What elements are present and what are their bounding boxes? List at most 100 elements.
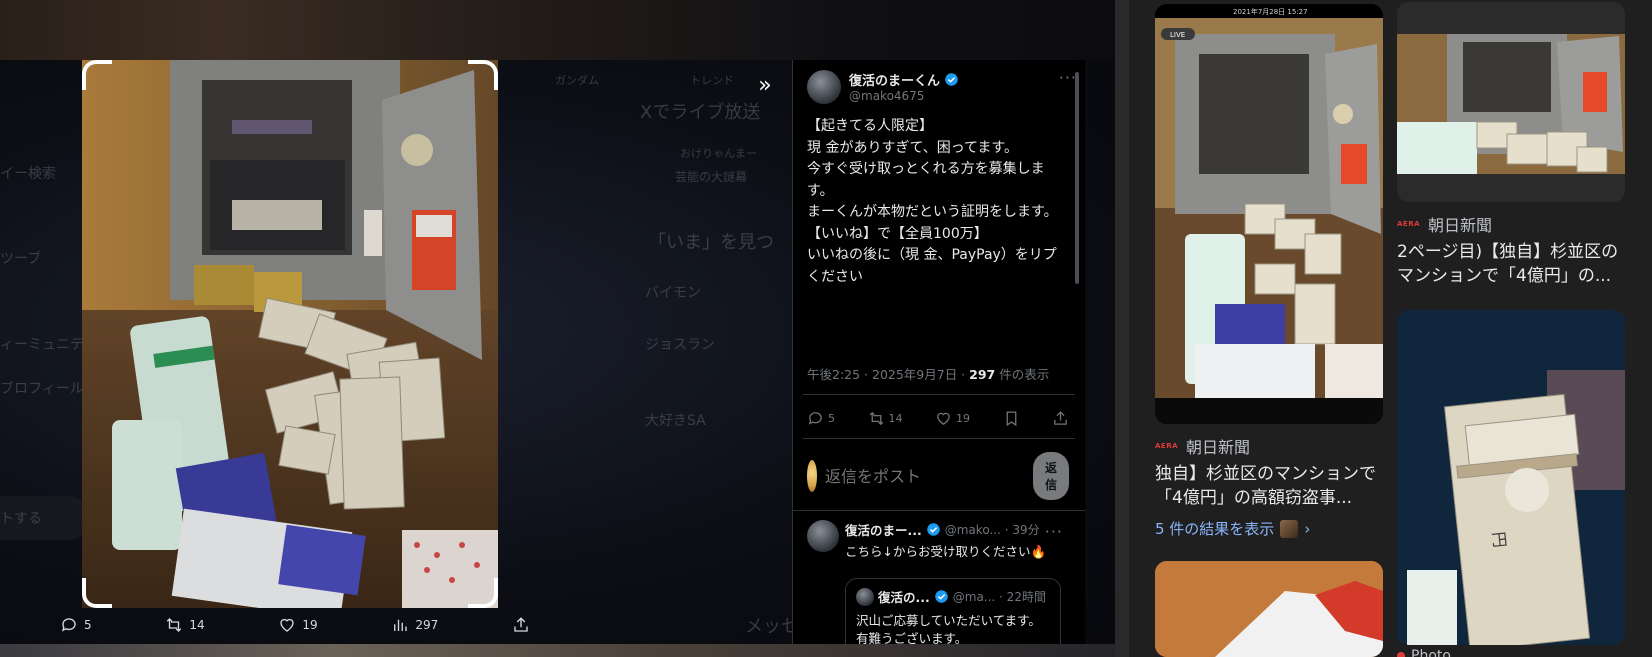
tweet-line: 【起きてる人限定】 (807, 118, 933, 134)
bookmark-button[interactable] (1003, 410, 1020, 427)
crop-corner (468, 60, 498, 90)
screen: Xでライブ放送 「いま」を見つ バイモン ジョスラン 大好きSA メッセ ガンダ… (0, 0, 1652, 657)
reply-button[interactable]: 5 (807, 410, 835, 427)
background-text: イー検索 (0, 166, 56, 182)
background-text: メッセ (745, 616, 799, 637)
repost-icon (869, 411, 883, 426)
reply-count: 5 (84, 618, 92, 632)
tweet-author[interactable]: 復活のまーくん @mako4675 (807, 70, 959, 104)
result-image (1397, 2, 1625, 202)
media-image[interactable] (82, 60, 498, 608)
more-results-link[interactable]: 5 件の結果を表示 › (1155, 518, 1310, 539)
view-count: 297 (415, 618, 439, 632)
more-results-label: 5 件の結果を表示 (1155, 520, 1275, 538)
timestamp[interactable]: 午後2:25 · 2025年9月7日 · (807, 367, 969, 382)
tweet-line: 【いいね】で【全員100万】 (807, 225, 988, 242)
repost-icon (167, 618, 182, 632)
verified-badge-icon (927, 523, 940, 536)
result-image: 円 (1397, 310, 1625, 645)
reply-composer: 返信 (807, 452, 1069, 500)
tweet-detail-panel: 復活のまーくん @mako4675 ··· 【起きてる人限定】 現 金がありすぎ… (792, 60, 1085, 657)
like-button[interactable]: 19 (935, 410, 970, 427)
background-banner (0, 644, 1115, 657)
like-button[interactable]: 19 (278, 616, 318, 634)
result-title[interactable]: 2ページ目)【独自】杉並区のマンションで「4億円」の... (1397, 240, 1627, 288)
background-text: 大好きSA (645, 413, 706, 429)
aera-logo-icon: AERA (1155, 442, 1179, 450)
avatar[interactable] (807, 520, 839, 552)
media-action-bar: 5 14 19 297 (60, 612, 530, 638)
result-thumbnail[interactable] (1155, 561, 1383, 657)
share-button[interactable] (512, 616, 530, 634)
author-name[interactable]: 復活のまーくん (849, 70, 940, 89)
result-thumbnail[interactable]: 円 (1397, 310, 1625, 645)
reply-count: 5 (828, 412, 835, 425)
result-thumbnail[interactable] (1397, 2, 1625, 202)
views-label: 件の表示 (995, 367, 1050, 382)
share-button[interactable] (1052, 410, 1069, 427)
background-text: トレンド (690, 74, 734, 87)
reply-icon (808, 412, 822, 425)
chevron-right-icon: › (1304, 519, 1311, 538)
source-name: Photo ... (1411, 648, 1469, 657)
reply-tweet[interactable]: 復活のまー... @mako... · 39分 こちら↓からお受け取りください🔥… (807, 520, 1069, 657)
reply-submit-button[interactable]: 返信 (1032, 452, 1069, 500)
scrollbar[interactable] (1073, 66, 1081, 644)
heart-icon (280, 618, 295, 632)
result-image (1155, 561, 1383, 657)
scrollbar-thumb[interactable] (1075, 72, 1079, 284)
expand-panel-button[interactable]: » (748, 70, 782, 104)
result-source[interactable]: Photo ... (1397, 648, 1469, 657)
safe-photo (82, 60, 498, 608)
background-banner (0, 0, 1115, 60)
background-text: ジョスラン (645, 337, 715, 353)
avatar[interactable] (807, 70, 841, 104)
double-chevron-right-icon: » (758, 73, 772, 98)
background-text: バイモン (645, 285, 701, 301)
like-count: 19 (956, 412, 970, 425)
result-image: 2021年7月28日 15:27 LIVE (1155, 4, 1383, 424)
divider (803, 394, 1075, 395)
background-text: ツーブ (0, 251, 42, 267)
heart-icon (937, 412, 950, 425)
background-text: おけりゃんまー (680, 147, 757, 160)
tweet-meta: 午後2:25 · 2025年9月7日 · 297 件の表示 (807, 364, 1049, 383)
reply-input[interactable] (824, 466, 1025, 486)
reply-button[interactable]: 5 (60, 616, 92, 634)
background-text: トする (0, 511, 42, 527)
aera-logo-icon: AERA (1397, 220, 1421, 228)
crop-corner (82, 578, 112, 608)
media-viewer: Xでライブ放送 「いま」を見つ バイモン ジョスラン 大好きSA メッセ ガンダ… (0, 0, 1115, 657)
author-name[interactable]: 復活のまー... (845, 520, 922, 539)
result-source[interactable]: AERA 朝日新聞 (1155, 434, 1250, 458)
tweet-line: 今すぐ受け取っとくれる方を募集します。 (807, 161, 1045, 199)
related-thumbnail-icon (1280, 519, 1299, 538)
author-handle[interactable]: @mako4675 (849, 89, 959, 103)
like-count: 19 (302, 618, 318, 632)
verified-badge-icon (945, 73, 958, 86)
view-count: 297 (969, 367, 996, 382)
svg-text:円: 円 (1489, 531, 1510, 549)
live-badge: LIVE (1170, 31, 1185, 39)
timestamp-overlay: 2021年7月28日 15:27 (1233, 7, 1308, 16)
repost-count: 14 (189, 618, 205, 632)
bar-chart-icon (394, 619, 408, 631)
views-button[interactable]: 297 (391, 616, 438, 634)
avatar (856, 587, 874, 606)
background-text: ガンダム (555, 74, 599, 87)
result-title[interactable]: 独自】杉並区のマンションで「4億円」の高額窃盗事... (1155, 462, 1385, 510)
background-text: 「いま」を見つ (648, 232, 774, 253)
repost-button[interactable]: 14 (868, 410, 903, 427)
handle-and-time: @mako... · 39分 (944, 523, 1040, 537)
more-options-icon[interactable]: ··· (1045, 522, 1063, 541)
image-results-panel: 2021年7月28日 15:27 LIVE AERA 朝日新聞 独自】杉並区のマ… (1115, 0, 1652, 657)
result-thumbnail[interactable]: 2021年7月28日 15:27 LIVE (1155, 4, 1383, 424)
crop-corner (468, 578, 498, 608)
crop-corner (82, 60, 112, 90)
repost-button[interactable]: 14 (165, 616, 205, 634)
tweet-action-bar: 5 14 19 (807, 410, 1069, 427)
result-source[interactable]: AERA 朝日新聞 (1397, 212, 1492, 236)
tweet-line: まーくんが本物だという証明をします。 (807, 204, 1058, 220)
source-name: 朝日新聞 (1186, 438, 1251, 457)
source-name: 朝日新聞 (1428, 216, 1493, 235)
